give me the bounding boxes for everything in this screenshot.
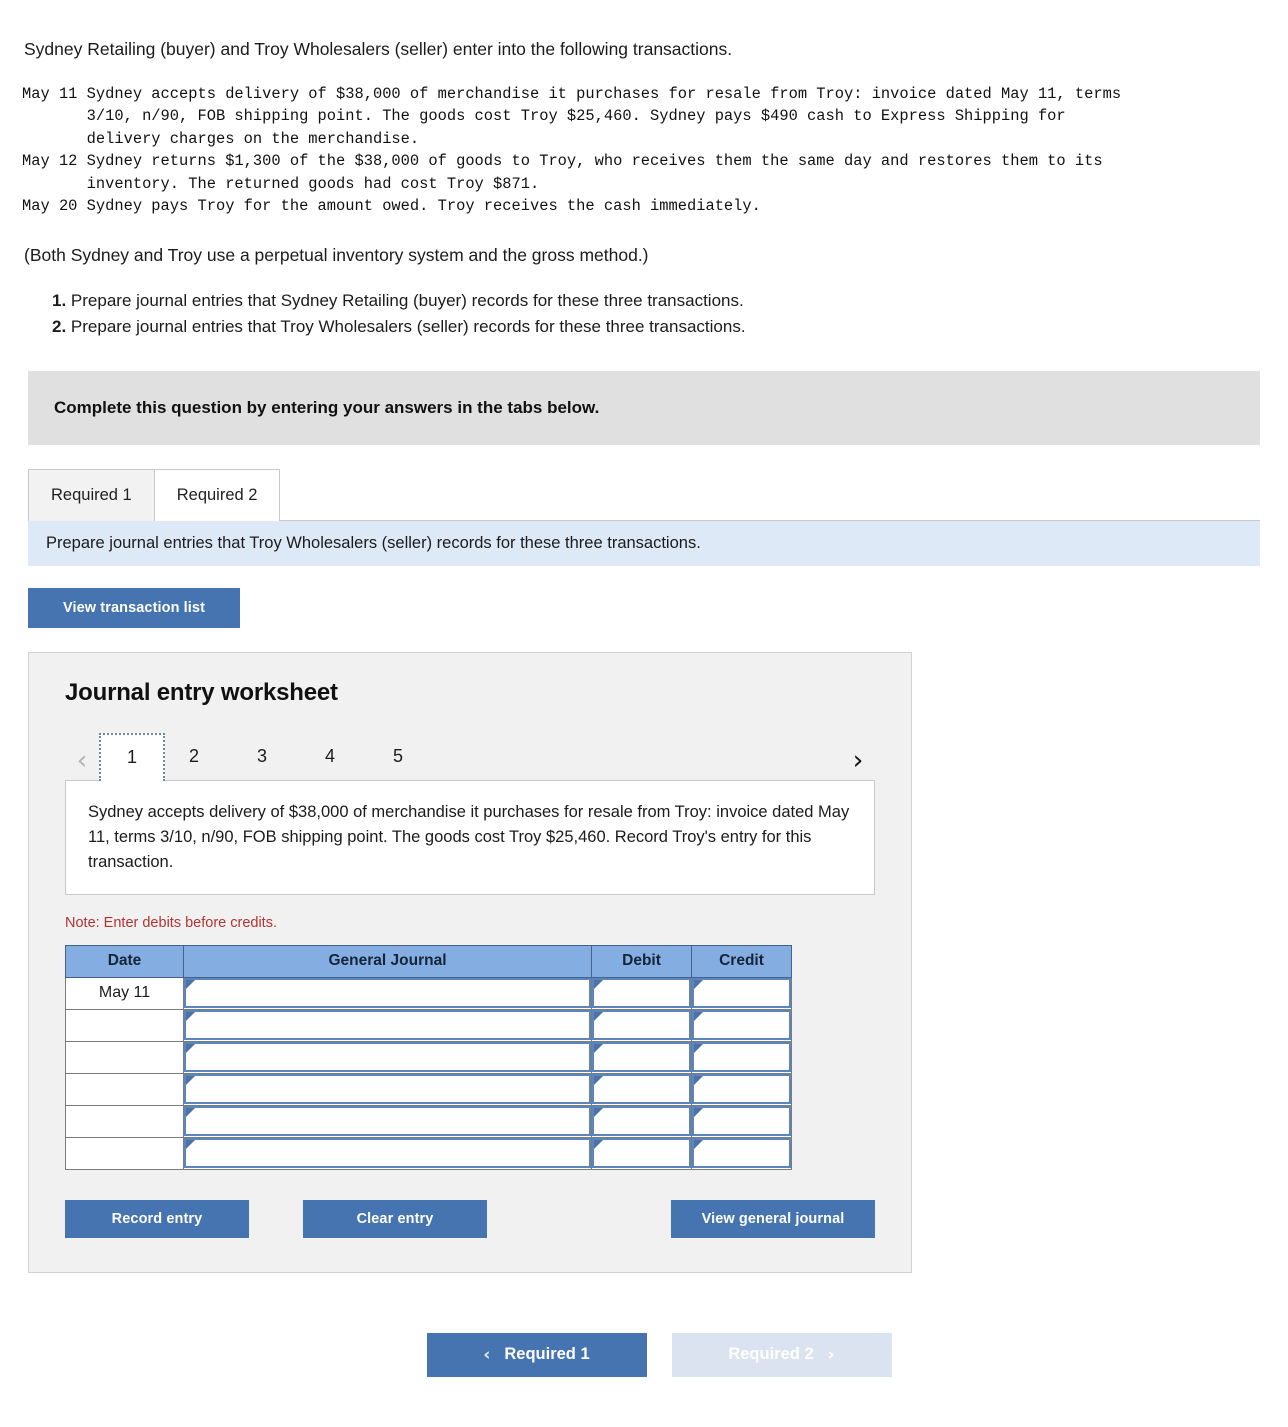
requirements-list: 1. Prepare journal entries that Sydney R… [0,266,1288,339]
requirement-tabs: Required 1 Required 2 [28,469,1288,522]
chevron-right-icon: › [827,1344,835,1365]
requirement-2-text: Prepare journal entries that Troy Wholes… [70,316,746,336]
requirement-1-text: Prepare journal entries that Sydney Reta… [70,291,744,311]
requirement-prompt-text: Prepare journal entries that Troy Wholes… [46,534,701,553]
credit-cell-row-1[interactable] [691,976,792,1010]
bottom-navigation: ‹ Required 1 Required 2 › [0,1332,1288,1377]
date-cell-row-1[interactable]: May 11 [65,976,184,1010]
journal-entry-worksheet-panel: Journal entry worksheet ‹ 1 2 3 4 5 › Sy… [28,652,912,1273]
debit-cell-row-3[interactable] [591,1040,692,1074]
general-journal-cell-row-2[interactable] [183,1008,592,1042]
table-row [65,1104,792,1138]
debits-before-credits-note: Note: Enter debits before credits. [65,914,277,931]
requirement-item-1: 1. Prepare journal entries that Sydney R… [52,288,1264,314]
column-header-debit: Debit [591,944,692,978]
requirement-prompt-banner: Prepare journal entries that Troy Wholes… [28,520,1260,567]
debit-input-row-5[interactable] [592,1106,691,1137]
complete-question-banner: Complete this question by entering your … [28,371,1260,446]
credit-cell-row-2[interactable] [691,1008,792,1042]
tab-required-1-label: Required 1 [51,486,132,505]
chevron-left-icon[interactable]: ‹ [65,741,99,781]
worksheet-title: Journal entry worksheet [65,679,338,707]
complete-question-text: Complete this question by entering your … [54,398,600,418]
date-cell-row-2[interactable] [65,1008,184,1042]
credit-input-row-3[interactable] [692,1042,791,1073]
worksheet-page-4[interactable]: 4 [309,733,351,781]
general-journal-input-row-2[interactable] [184,1010,591,1041]
date-cell-row-5[interactable] [65,1104,184,1138]
credit-input-row-6[interactable] [692,1138,791,1169]
debit-input-row-6[interactable] [592,1138,691,1169]
column-header-credit: Credit [691,944,792,978]
credit-input-row-2[interactable] [692,1010,791,1041]
date-cell-row-3[interactable] [65,1040,184,1074]
intro-lead: Sydney Retailing (buyer) and Troy Wholes… [24,39,733,59]
nav-required-1-label: Required 1 [504,1345,590,1364]
requirement-2-number: 2. [52,316,67,336]
general-journal-input-row-1[interactable] [184,978,591,1009]
credit-input-row-5[interactable] [692,1106,791,1137]
table-row [65,1072,792,1106]
worksheet-page-3[interactable]: 3 [241,733,283,781]
requirement-1-number: 1. [52,291,67,311]
column-header-date: Date [65,944,184,978]
nav-required-2-button[interactable]: Required 2 › [671,1332,892,1377]
date-cell-row-4[interactable] [65,1072,184,1106]
transaction-list-text: May 11 Sydney accepts delivery of $38,00… [22,84,1122,216]
general-journal-input-row-6[interactable] [184,1138,591,1169]
general-journal-cell-row-5[interactable] [183,1104,592,1138]
table-row [65,1136,792,1170]
journal-table-header-row: Date General Journal Debit Credit [65,944,792,978]
tab-required-2-label: Required 2 [176,486,258,505]
chevron-right-icon[interactable]: › [841,741,875,781]
debit-input-row-2[interactable] [592,1010,691,1041]
bottom-spacer [0,1377,1288,1427]
table-row [65,1008,792,1042]
worksheet-scenario-text: Sydney accepts delivery of $38,000 of me… [65,780,875,895]
view-general-journal-button[interactable]: View general journal [671,1199,875,1238]
general-journal-cell-row-3[interactable] [183,1040,592,1074]
chevron-left-icon: ‹ [483,1344,491,1365]
debit-cell-row-1[interactable] [591,976,692,1010]
debit-cell-row-5[interactable] [591,1104,692,1138]
credit-cell-row-6[interactable] [691,1136,792,1170]
worksheet-page-1[interactable]: 1 [99,733,165,782]
debit-input-row-1[interactable] [592,978,691,1009]
credit-input-row-1[interactable] [692,978,791,1009]
general-journal-input-row-4[interactable] [184,1074,591,1105]
date-cell-row-6[interactable] [65,1136,184,1170]
debit-cell-row-6[interactable] [591,1136,692,1170]
general-journal-cell-row-4[interactable] [183,1072,592,1106]
nav-required-1-button[interactable]: ‹ Required 1 [426,1332,647,1377]
tab-required-2[interactable]: Required 2 [153,469,281,522]
worksheet-pager: ‹ 1 2 3 4 5 › [65,733,875,782]
general-journal-input-row-5[interactable] [184,1106,591,1137]
clear-entry-button[interactable]: Clear entry [303,1199,487,1238]
worksheet-actions: Record entry Clear entry View general jo… [65,1199,875,1238]
debit-cell-row-2[interactable] [591,1008,692,1042]
question-page: Sydney Retailing (buyer) and Troy Wholes… [0,0,1288,1427]
debit-cell-row-4[interactable] [591,1072,692,1106]
table-row [65,1040,792,1074]
credit-cell-row-4[interactable] [691,1072,792,1106]
worksheet-page-2[interactable]: 2 [173,733,215,781]
debit-input-row-4[interactable] [592,1074,691,1105]
credit-cell-row-3[interactable] [691,1040,792,1074]
debit-input-row-3[interactable] [592,1042,691,1073]
tab-required-1[interactable]: Required 1 [28,469,155,522]
column-header-general-journal: General Journal [183,944,592,978]
requirement-item-2: 2. Prepare journal entries that Troy Who… [52,314,1264,340]
table-row: May 11 [65,976,792,1010]
worksheet-page-5[interactable]: 5 [377,733,419,781]
general-journal-cell-row-6[interactable] [183,1136,592,1170]
view-transaction-list-button[interactable]: View transaction list [28,588,240,629]
perpetual-inventory-note: (Both Sydney and Troy use a perpetual in… [24,244,649,265]
general-journal-input-row-3[interactable] [184,1042,591,1073]
credit-cell-row-5[interactable] [691,1104,792,1138]
journal-entry-table: Date General Journal Debit Credit May 11 [65,944,792,1170]
record-entry-button[interactable]: Record entry [65,1199,249,1238]
general-journal-cell-row-1[interactable] [183,976,592,1010]
credit-input-row-4[interactable] [692,1074,791,1105]
nav-required-2-label: Required 2 [728,1345,814,1364]
